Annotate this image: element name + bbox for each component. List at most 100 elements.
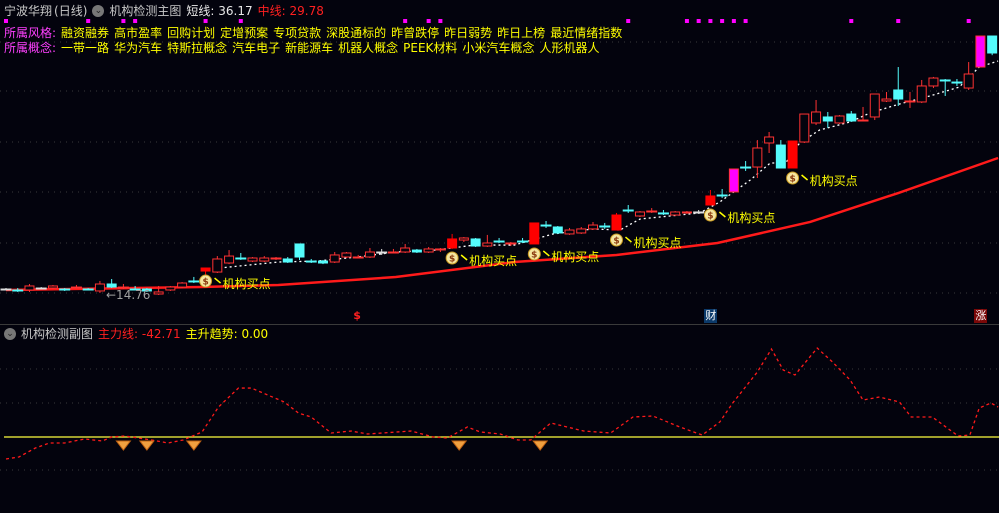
finance-marker[interactable]: 财: [704, 309, 718, 323]
candle-body: [552, 226, 563, 234]
main-force-line: [5, 347, 999, 460]
candle-body: [12, 289, 24, 292]
candle: [775, 140, 786, 169]
mid-line-value: 29.78: [289, 4, 324, 18]
candle: [834, 115, 845, 124]
concept-tag[interactable]: 一带一路: [61, 39, 109, 56]
candle: [434, 247, 446, 253]
indicator-menu-chevron-icon[interactable]: ⌄: [92, 4, 105, 17]
signal-dot: [743, 19, 748, 23]
candle: [576, 226, 587, 234]
candle: [916, 79, 927, 104]
concept-tag[interactable]: 人形机器人: [539, 39, 599, 56]
candle: [447, 233, 458, 249]
candle-body: [939, 79, 951, 82]
candle-body: [740, 166, 752, 169]
buy-signal: $ 机构买点: [445, 251, 517, 268]
candle: [670, 210, 681, 216]
candle: [387, 248, 399, 254]
signal-dot: [684, 19, 689, 23]
candle-body: [599, 225, 611, 228]
candle-body: [470, 238, 481, 247]
candle-body: [588, 224, 598, 230]
dollar-icon: $: [789, 175, 795, 185]
candle-body: [716, 194, 728, 197]
short-line-value: 36.17: [218, 4, 253, 18]
candle: [657, 210, 669, 216]
candle-body: [270, 257, 282, 260]
candle: [482, 234, 493, 248]
candle: [634, 210, 645, 217]
main-force-value: -42.71: [141, 327, 181, 341]
candle: [212, 256, 223, 274]
candle-body: [165, 286, 176, 291]
candle-body: [928, 77, 939, 87]
candle-body: [177, 282, 188, 288]
signal-dot: [849, 19, 854, 23]
buy-signal-label: 机构买点: [551, 249, 599, 264]
candle-body: [846, 113, 857, 122]
buy-signal-label: 机构买点: [223, 276, 271, 291]
concept-tag[interactable]: 机器人概念: [338, 39, 398, 56]
candle-body: [387, 251, 399, 254]
candle: [611, 212, 622, 231]
candle-body: [787, 140, 798, 169]
candle-body: [247, 257, 258, 262]
sub-indicator-menu-chevron-icon[interactable]: ⌄: [4, 327, 16, 340]
candle: [329, 252, 340, 264]
concept-tag[interactable]: 华为汽车: [114, 39, 162, 56]
period-label: (日线): [54, 4, 88, 18]
concept-tag[interactable]: 小米汽车概念: [462, 39, 534, 56]
buy-signal-label: 机构买点: [469, 253, 517, 268]
candle-body: [482, 242, 493, 247]
arrow-icon: [801, 174, 809, 181]
sub-indicator-name[interactable]: 机构检测副图: [21, 325, 93, 342]
rise-marker[interactable]: 涨: [974, 309, 988, 323]
candle-body: [576, 228, 587, 234]
signal-dot: [720, 19, 725, 23]
candle-body: [411, 249, 422, 253]
short-line: [219, 60, 999, 269]
candle-body: [963, 73, 974, 89]
candle-body: [764, 136, 775, 144]
candle: [188, 276, 200, 284]
candle-body: [94, 283, 105, 292]
indicator-name[interactable]: 机构检测主图: [109, 2, 181, 19]
candle: [364, 247, 375, 258]
main-force-label: 主力线:: [98, 327, 139, 341]
chart-canvas[interactable]: $ 机构买点 $ 机构买点 $ 机构买点 $ 机构买点 $ 机构买点 $ 机构买点: [0, 0, 999, 513]
candle-body: [329, 254, 340, 263]
candle-body: [646, 210, 658, 213]
candle-body: [904, 100, 916, 103]
candle-body: [540, 224, 552, 227]
signal-dot: [4, 19, 8, 23]
candle-body: [705, 195, 716, 206]
concept-tag[interactable]: 汽车电子: [232, 39, 280, 56]
dollar-icon: $: [531, 250, 537, 260]
candle: [540, 221, 552, 228]
candle-body: [106, 283, 117, 288]
signal-dot: [966, 19, 971, 23]
candle: [224, 250, 235, 265]
concept-tag[interactable]: 特斯拉概念: [167, 39, 227, 56]
main-chart-header: 宁波华翔 (日线) ⌄ 机构检测主图 短线: 36.17 中线: 29.78: [4, 2, 324, 19]
dollar-icon: $: [707, 212, 713, 222]
concept-tag[interactable]: 新能源车: [285, 39, 333, 56]
signal-dot: [426, 19, 431, 23]
candle: [963, 62, 974, 90]
concept-tag[interactable]: PEEK材料: [403, 39, 457, 56]
candle: [294, 243, 305, 260]
candle-body: [47, 285, 58, 289]
trend-value: 0.00: [241, 327, 269, 341]
candle-body: [224, 255, 235, 264]
candle-body: [59, 288, 71, 291]
candle-body: [987, 35, 998, 54]
dollar-marker[interactable]: $: [352, 309, 362, 323]
candle: [987, 35, 998, 56]
candle: [106, 278, 117, 289]
candle-body: [869, 93, 880, 118]
candle-body: [670, 211, 681, 216]
signal-dot: [896, 19, 901, 23]
arrow-icon: [718, 211, 726, 218]
stock-name: 宁波华翔: [4, 4, 53, 18]
